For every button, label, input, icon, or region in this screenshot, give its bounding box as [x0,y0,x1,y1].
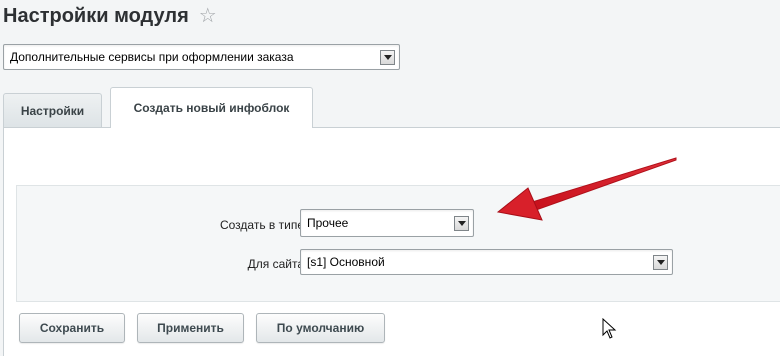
dropdown-arrow-icon[interactable] [454,215,469,231]
star-icon[interactable]: ☆ [199,6,217,26]
module-select-value: Дополнительные сервисы при оформлении за… [10,50,294,64]
type-select[interactable]: Прочее [300,209,474,237]
type-select-value: Прочее [307,216,349,230]
page-title: Настройки модуля [3,4,189,27]
dropdown-arrow-icon[interactable] [653,254,668,270]
type-label: Создать в типе [219,218,304,232]
tab-settings[interactable]: Настройки [3,93,102,128]
title-row: Настройки модуля ☆ [3,3,217,29]
default-button[interactable]: По умолчанию [256,313,385,343]
save-button[interactable]: Сохранить [19,313,125,343]
dropdown-arrow-icon[interactable] [380,49,395,65]
site-select-value: [s1] Основной [307,255,385,269]
mouse-cursor-icon [602,318,617,339]
module-select[interactable]: Дополнительные сервисы при оформлении за… [3,44,400,70]
site-label: Для сайта [247,257,304,271]
form-area: Создать в типе Для сайта [16,185,780,302]
site-select[interactable]: [s1] Основной [300,249,673,275]
apply-button[interactable]: Применить [137,313,244,343]
tab-create-infoblock[interactable]: Создать новый инфоблок [110,87,313,128]
